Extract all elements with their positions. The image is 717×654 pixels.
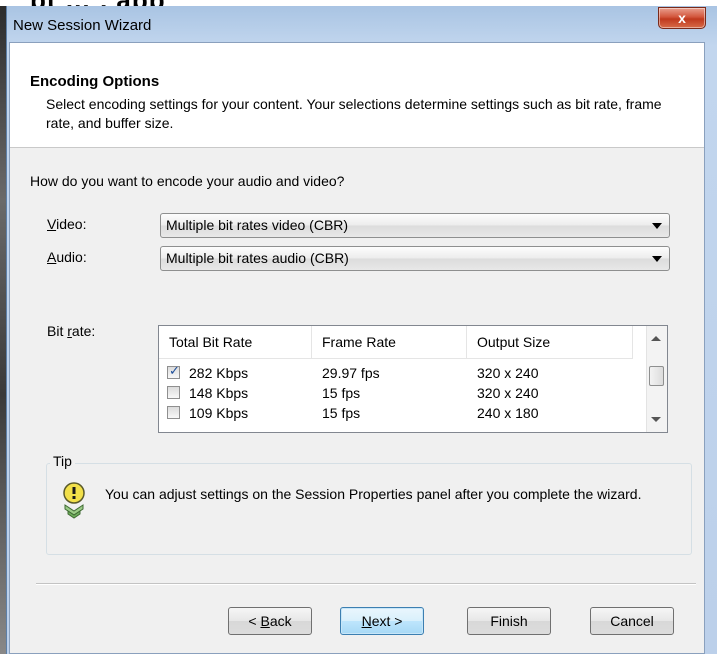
size-cell: 240 x 180 [477, 405, 539, 421]
tip-text: You can adjust settings on the Session P… [105, 486, 642, 502]
scroll-up-icon[interactable] [651, 336, 661, 341]
bitrate-cell: 109 Kbps [189, 405, 249, 421]
framerate-cell: 29.97 fps [322, 365, 380, 381]
dialog-client-area: Encoding Options Select encoding setting… [9, 42, 705, 654]
bitrate-label: Bit rate: [47, 323, 96, 339]
video-dropdown[interactable]: Multiple bit rates video (CBR) [160, 213, 670, 238]
chevron-down-icon [652, 256, 662, 262]
size-cell: 320 x 240 [477, 385, 539, 401]
encode-question: How do you want to encode your audio and… [30, 173, 345, 189]
framerate-cell: 15 fps [322, 385, 361, 401]
page-description: Select encoding settings for your conten… [46, 96, 662, 131]
list-header: Total Bit Rate Frame Rate Output Size [159, 326, 633, 359]
back-button[interactable]: < Back [228, 607, 312, 635]
chevron-down-icon [652, 223, 662, 229]
close-button[interactable]: x [658, 7, 706, 29]
row-checkbox[interactable] [167, 363, 180, 379]
close-icon: x [678, 10, 686, 26]
column-header-output-size[interactable]: Output Size [467, 326, 633, 358]
scroll-down-icon[interactable] [651, 417, 661, 422]
cancel-button[interactable]: Cancel [590, 607, 674, 635]
header-panel: Encoding Options Select encoding setting… [10, 43, 704, 148]
table-row[interactable]: 148 Kbps 15 fps 320 x 240 [159, 384, 633, 404]
finish-button[interactable]: Finish [467, 607, 551, 635]
row-checkbox[interactable] [167, 406, 180, 419]
audio-label: Audio: [47, 249, 87, 265]
video-dropdown-value: Multiple bit rates video (CBR) [166, 217, 349, 233]
page-title: Encoding Options [30, 73, 160, 90]
tip-group [46, 463, 692, 555]
title-bar[interactable]: New Session Wizard x [7, 6, 717, 42]
next-button[interactable]: Next > [340, 607, 424, 635]
row-checkbox[interactable] [167, 386, 180, 399]
bitrate-cell: 282 Kbps [189, 365, 249, 381]
window-title: New Session Wizard [13, 17, 152, 34]
table-row[interactable]: 282 Kbps 29.97 fps 320 x 240 [159, 363, 633, 384]
table-row[interactable]: 109 Kbps 15 fps 240 x 180 [159, 404, 633, 424]
video-label: Video: [47, 216, 87, 232]
column-header-frame-rate[interactable]: Frame Rate [312, 326, 467, 358]
audio-dropdown[interactable]: Multiple bit rates audio (CBR) [160, 246, 670, 271]
size-cell: 320 x 240 [477, 365, 539, 381]
scroll-thumb[interactable] [649, 366, 664, 386]
vertical-scrollbar[interactable] [646, 326, 667, 432]
tip-legend: Tip [50, 453, 75, 469]
wizard-window: New Session Wizard x Encoding Options Se… [6, 6, 717, 654]
button-separator [36, 583, 696, 585]
framerate-cell: 15 fps [322, 405, 361, 421]
lightbulb-icon [63, 482, 85, 519]
column-header-total-bit-rate[interactable]: Total Bit Rate [159, 326, 312, 358]
bitrate-list[interactable]: Total Bit Rate Frame Rate Output Size 28… [158, 325, 668, 433]
audio-dropdown-value: Multiple bit rates audio (CBR) [166, 250, 349, 266]
bitrate-cell: 148 Kbps [189, 385, 249, 401]
